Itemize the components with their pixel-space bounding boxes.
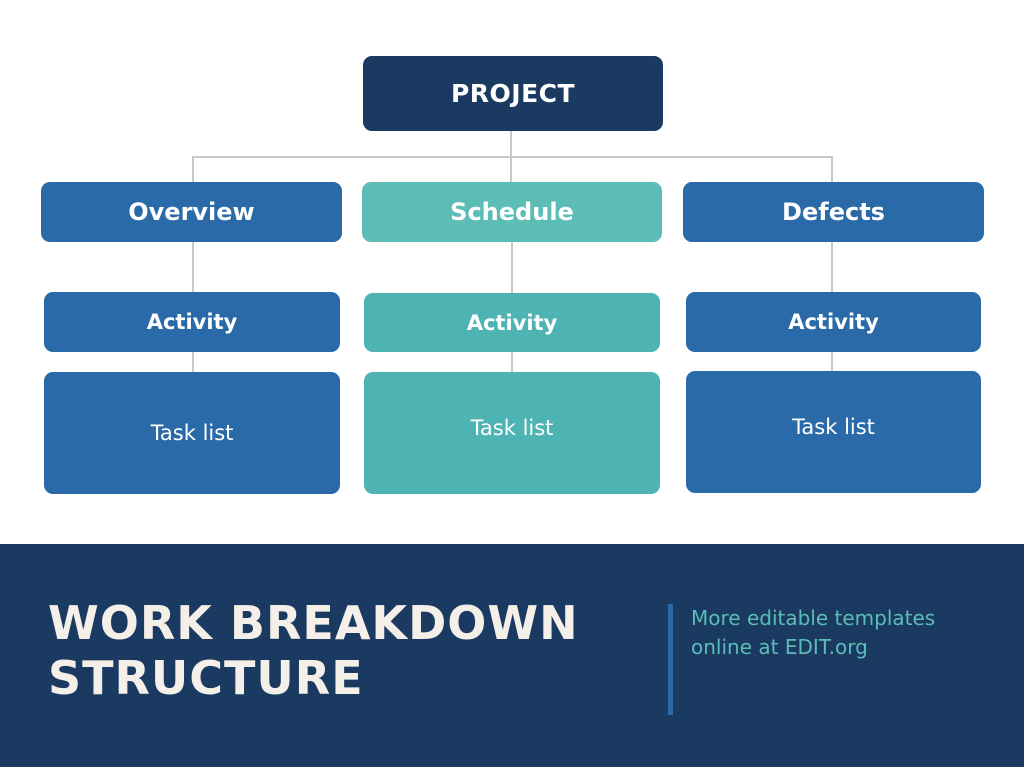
banner-divider [668, 604, 673, 715]
banner-note-line-2: online at EDIT.org [691, 635, 868, 659]
branch-node-defects: Defects [683, 182, 984, 242]
task-list-label: Task list [150, 421, 234, 445]
task-list-label: Task list [470, 416, 554, 440]
activity-node-label: Activity [146, 310, 238, 334]
task-list-node-defects: Task list [686, 371, 981, 493]
connector-to-overview [192, 156, 194, 182]
connector-horizontal-bar [192, 156, 833, 158]
branch-node-schedule: Schedule [362, 182, 662, 242]
activity-node-label: Activity [466, 310, 558, 335]
branch-node-label: Schedule [450, 198, 574, 226]
activity-node-label: Activity [788, 310, 879, 334]
banner-title: WORK BREAKDOWN STRUCTURE [48, 596, 579, 706]
task-list-node-overview: Task list [44, 372, 340, 494]
branch-node-label: Defects [782, 198, 885, 226]
root-node-project: PROJECT [363, 56, 663, 131]
branch-node-overview: Overview [41, 182, 342, 242]
root-node-label: PROJECT [450, 79, 576, 108]
title-banner: WORK BREAKDOWN STRUCTURE More editable t… [0, 544, 1024, 767]
banner-note: More editable templates online at EDIT.o… [691, 604, 991, 662]
task-list-label: Task list [792, 415, 875, 439]
activity-node-overview: Activity [44, 292, 340, 352]
branch-node-label: Overview [128, 198, 255, 226]
activity-node-defects: Activity [686, 292, 981, 352]
banner-title-line-1: WORK BREAKDOWN [48, 596, 579, 650]
connector-to-defects [831, 156, 833, 182]
task-list-node-schedule: Task list [364, 372, 660, 494]
banner-note-line-1: More editable templates [691, 606, 936, 630]
banner-title-line-2: STRUCTURE [48, 651, 364, 705]
activity-node-schedule: Activity [364, 293, 660, 352]
